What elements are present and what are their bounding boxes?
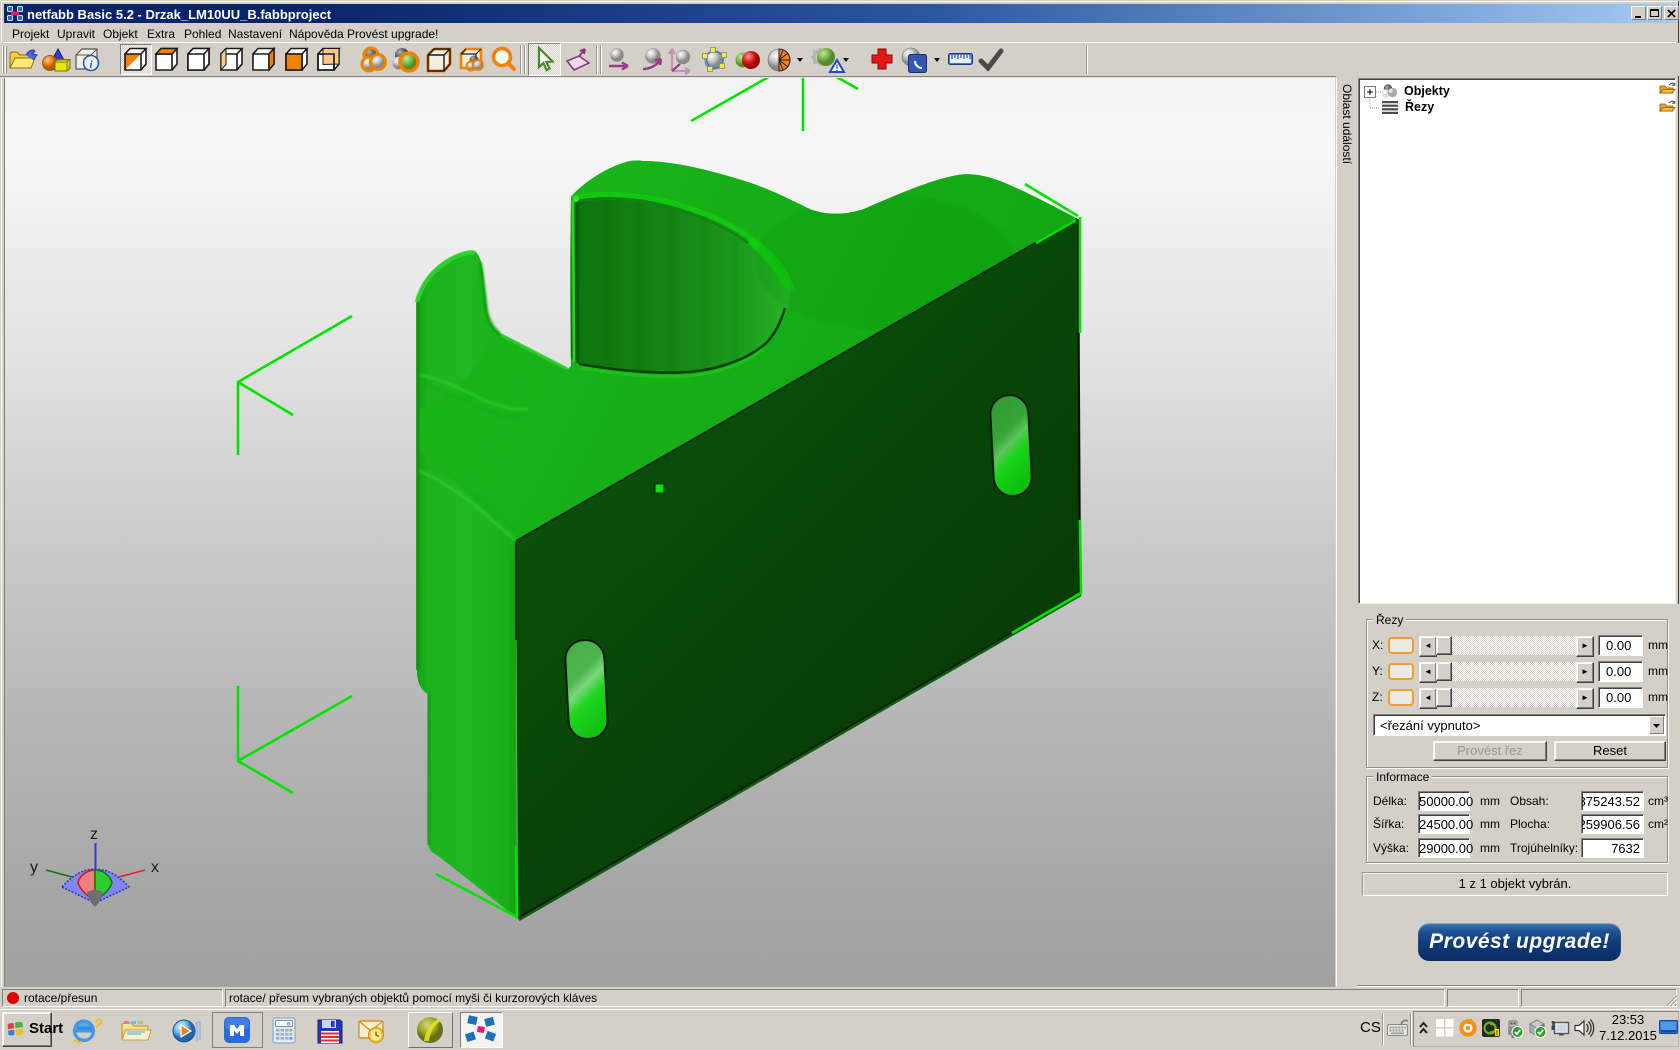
svg-text:0: 0 <box>287 1022 290 1028</box>
svg-text:x: x <box>151 859 159 876</box>
svg-text:z: z <box>90 826 98 843</box>
svg-text:y: y <box>30 859 38 876</box>
svg-text:!: ! <box>1496 1030 1498 1037</box>
svg-text:!: ! <box>836 63 839 73</box>
